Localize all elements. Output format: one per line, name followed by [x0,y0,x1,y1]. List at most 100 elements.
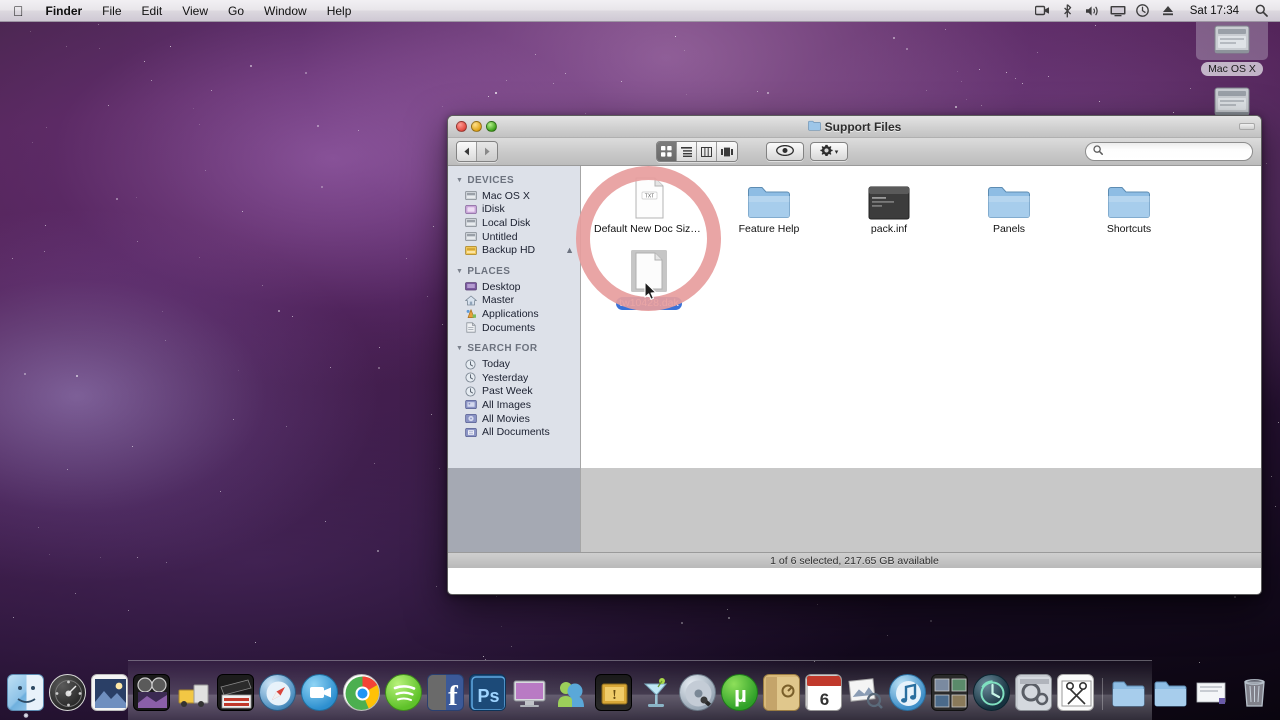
dock-item-skype[interactable] [551,672,592,713]
close-button[interactable] [456,121,467,132]
dock-item-address-book[interactable] [761,672,802,713]
menu-item-file[interactable]: File [92,0,131,21]
quick-look-icon [776,144,794,159]
dock-item-ical[interactable]: 6 [803,672,844,713]
sidebar-section-search-for[interactable]: ▼ SEARCH FOR [448,340,580,357]
menu-bar-clock[interactable]: Sat 17:34 [1182,5,1247,17]
dock-item-safari[interactable] [257,672,298,713]
desktop-icon-mac-os-x[interactable]: Mac OS X [1196,14,1268,76]
dock-item-preview[interactable] [845,672,886,713]
folder-icon [807,120,821,134]
itunes-icon [889,674,926,711]
file-item-feature-help[interactable]: Feature Help [709,174,829,250]
bluetooth-icon[interactable] [1057,0,1079,22]
coverflow-view-button[interactable] [717,142,737,161]
menu-item-view[interactable]: View [172,0,218,21]
folder-icon [747,174,791,220]
dock-item-facebook[interactable]: f [425,672,466,713]
finder-window[interactable]: Support Files ▾ ▼ DEVICES Mac OS X iDisk… [447,115,1262,595]
disclosure-triangle-icon[interactable]: ▼ [456,345,463,352]
dock-item-documents-folder[interactable] [1108,672,1149,713]
volume-icon[interactable] [1082,0,1104,22]
dock-item-downloads-folder[interactable] [1150,672,1191,713]
dock-item-facetime[interactable] [299,672,340,713]
dock-item-chrome[interactable] [341,672,382,713]
apple-logo-icon[interactable]:  [0,0,36,21]
finder-sidebar[interactable]: ▼ DEVICES Mac OS X iDisk Local Disk Unti… [448,166,581,552]
file-item-shortcuts[interactable]: Shortcuts [1069,174,1189,250]
quick-look-button[interactable] [766,142,804,161]
sidebar-item-desktop[interactable]: Desktop [448,280,580,294]
sidebar-item-applications[interactable]: Applications [448,307,580,321]
menu-item-help[interactable]: Help [317,0,362,21]
sidebar-item-mac-os-x[interactable]: Mac OS X [448,189,580,203]
dock-item-stack-stickies[interactable] [1192,672,1233,713]
dock-item-utorrent[interactable]: µ [719,672,760,713]
list-view-button[interactable] [677,142,697,161]
sidebar-item-untitled[interactable]: Untitled [448,230,580,244]
dock-item-gold-app[interactable]: ! [593,672,634,713]
column-view-button[interactable] [697,142,717,161]
back-button[interactable] [457,142,477,161]
navigation-buttons [456,141,498,162]
menu-item-edit[interactable]: Edit [132,0,173,21]
dock-item-system-preferences[interactable] [1013,672,1054,713]
search-icon[interactable] [1250,0,1272,22]
dock-item-time-machine[interactable] [971,672,1012,713]
menu-item-window[interactable]: Window [254,0,317,21]
sidebar-item-master[interactable]: Master [448,294,580,308]
dock-item-finder[interactable] [5,672,46,718]
sidebar-item-label: Applications [482,307,539,320]
eject-icon[interactable]: ▲ [565,245,574,255]
dock-item-disk-utility[interactable] [677,672,718,713]
file-item-panels[interactable]: Panels [949,174,1069,250]
dock-item-photoshop[interactable]: Ps [467,672,508,713]
icon-view-button[interactable] [657,142,677,161]
sidebar-item-idisk[interactable]: iDisk [448,203,580,217]
file-item-tw10428-dak[interactable]: tw10428.dak [589,248,709,324]
sidebar-item-all-documents[interactable]: All Documents [448,425,580,439]
screen-recording-icon[interactable] [1032,0,1054,22]
search-field[interactable] [1085,142,1253,161]
dock-item-iphoto[interactable] [89,672,130,713]
sidebar-item-today[interactable]: Today [448,357,580,371]
disclosure-triangle-icon[interactable]: ▼ [456,177,463,184]
file-item-pack-inf[interactable]: pack.inf [829,174,949,250]
sidebar-item-yesterday[interactable]: Yesterday [448,371,580,385]
sidebar-item-local-disk[interactable]: Local Disk [448,216,580,230]
dock-item-trash[interactable] [1234,672,1275,713]
search-input[interactable] [1107,145,1245,158]
window-title-bar[interactable]: Support Files [448,116,1261,138]
dock-item-dashboard[interactable] [47,672,88,713]
dock-item-mission-control[interactable] [929,672,970,713]
menu-item-go[interactable]: Go [218,0,254,21]
minimize-button[interactable] [471,121,482,132]
dock-item-spotify[interactable] [383,672,424,713]
dock-item-imovie[interactable] [131,672,172,713]
dock-item-clipping-app[interactable] [1055,672,1096,713]
time-machine-icon[interactable] [1132,0,1154,22]
sidebar-item-backup-hd[interactable]: Backup HD ▲ [448,243,580,257]
file-item-default-new-doc-sizes[interactable]: TXT Default New Doc Sizes.txt [589,174,709,250]
file-browser-content[interactable]: TXT Default New Doc Sizes.txt Feature He… [581,166,1261,552]
zoom-button[interactable] [486,121,497,132]
dock-item-cocktail[interactable] [635,672,676,713]
eject-icon[interactable] [1157,0,1179,22]
display-input-icon[interactable] [1107,0,1129,22]
disclosure-triangle-icon[interactable]: ▼ [456,268,463,275]
toolbar-toggle-button[interactable] [1239,123,1255,130]
action-menu-button[interactable]: ▾ [810,142,848,161]
sidebar-item-label: Master [482,294,515,307]
sidebar-item-all-images[interactable]: All Images [448,398,580,412]
forward-button[interactable] [477,142,497,161]
sidebar-item-documents[interactable]: Documents [448,321,580,335]
menu-item-finder[interactable]: Finder [36,0,93,21]
dock-item-remote-desktop[interactable] [509,672,550,713]
dock-item-transmit[interactable] [173,672,214,713]
dock-item-final-cut[interactable] [215,672,256,713]
sidebar-item-all-movies[interactable]: All Movies [448,412,580,426]
dock-item-itunes[interactable] [887,672,928,713]
sidebar-item-past-week[interactable]: Past Week [448,385,580,399]
sidebar-section-places[interactable]: ▼ PLACES [448,263,580,280]
sidebar-section-devices[interactable]: ▼ DEVICES [448,172,580,189]
